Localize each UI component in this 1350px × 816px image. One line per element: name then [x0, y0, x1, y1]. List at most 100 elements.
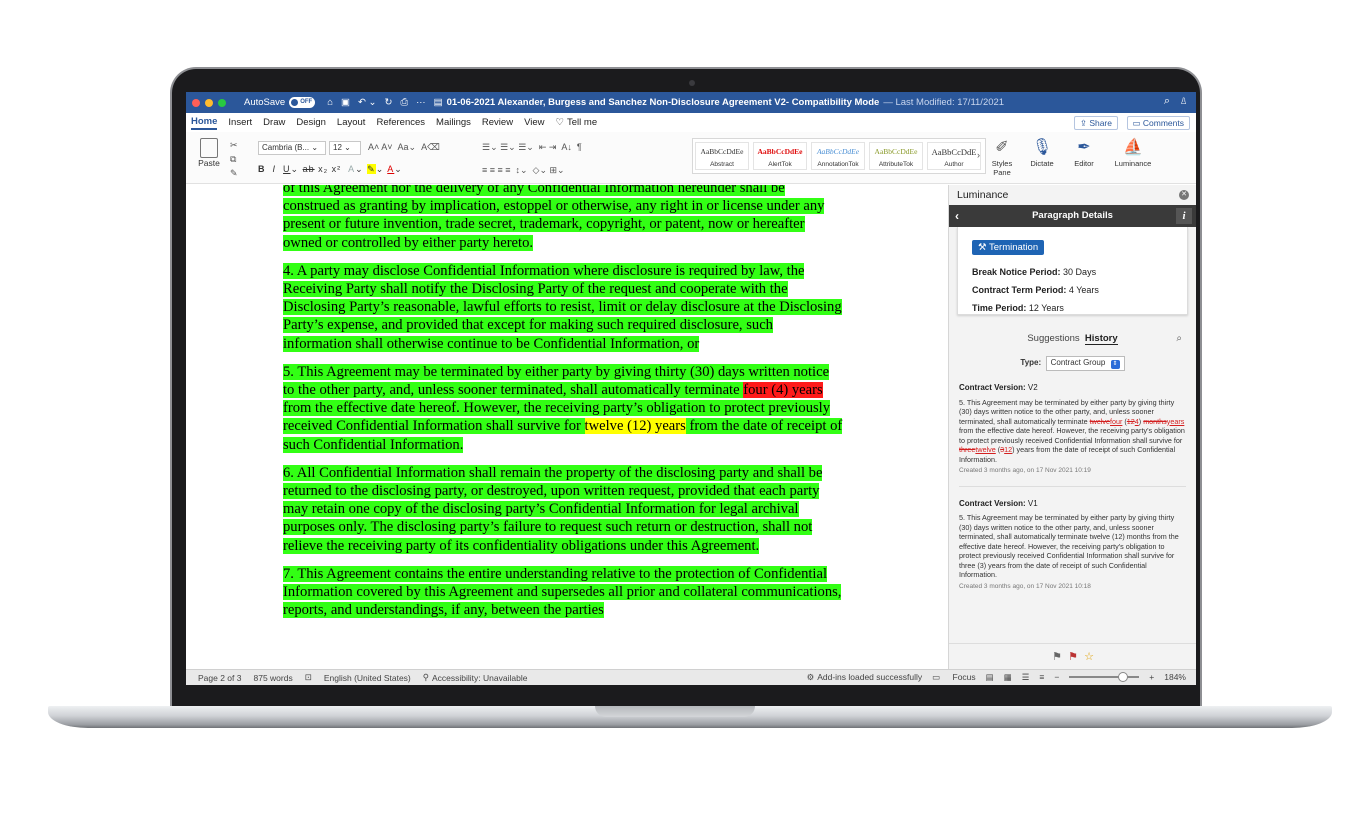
proofing-icon[interactable]: ⊡ — [305, 672, 312, 683]
last-modified[interactable]: — Last Modified: 17/11/2021 — [883, 97, 1004, 108]
font-name-select[interactable]: Cambria (B... ⌄ — [258, 141, 326, 155]
copy-icon[interactable]: ⧉ — [230, 154, 236, 165]
luminance-button[interactable]: ⛵ Luminance — [1108, 137, 1158, 168]
deleted-text: 12 — [1126, 416, 1135, 426]
zoom-out-icon[interactable]: − — [1054, 672, 1059, 683]
tab-suggestions[interactable]: Suggestions — [1027, 333, 1079, 344]
info-icon[interactable]: i — [1176, 208, 1192, 224]
style-annotationtok[interactable]: AaBbCcDdEe AnnotationTok — [811, 142, 865, 170]
dictate-button[interactable]: 🎙 Dictate — [1022, 137, 1062, 168]
version-value: V2 — [1027, 383, 1038, 392]
align-left-icon[interactable]: ≡ ≡ ≡ ≡ ↕⌄ ◇⌄ ⊞⌄ — [482, 165, 565, 176]
back-chevron-icon[interactable]: ‹ — [955, 205, 959, 227]
search-icon[interactable]: ⌕ — [1176, 333, 1182, 344]
termination-tag[interactable]: ⚒ Termination — [972, 240, 1045, 255]
history-timestamp: Created 3 months ago, on 17 Nov 2021 10:… — [959, 467, 1091, 474]
history-timestamp: Created 3 months ago, on 17 Nov 2021 10:… — [959, 582, 1091, 590]
luminance-label: Luminance — [1114, 159, 1152, 168]
styles-gallery: AaBbCcDdEe Abstract AaBbCcDdEe AlertTok … — [692, 138, 986, 174]
font-color-icon[interactable]: A — [387, 164, 394, 174]
style-name: AnnotationTok — [817, 161, 859, 168]
more-icon[interactable]: ··· — [416, 97, 426, 108]
comments-button[interactable]: ▭ Comments — [1126, 116, 1190, 130]
editor-button[interactable]: ✒ Editor — [1064, 137, 1104, 168]
type-select[interactable]: Contract Group ⇕ — [1045, 356, 1125, 371]
zoom-slider[interactable] — [1069, 672, 1140, 682]
bullets-icon[interactable]: ☰⌄ ☰⌄ ☰⌄ ⇤ ⇥ A↓ ¶ — [482, 142, 582, 153]
document-canvas[interactable]: of this Agreement nor the delivery of an… — [186, 185, 948, 669]
highlight-icon[interactable]: ✎ — [367, 164, 376, 174]
styles-more-icon[interactable]: › — [977, 150, 980, 160]
tab-view[interactable]: View — [524, 117, 544, 128]
flag-icon[interactable]: ⚑ — [1052, 651, 1062, 663]
style-abstract[interactable]: AaBbCcDdEe Abstract — [695, 142, 749, 170]
tab-home[interactable]: Home — [191, 116, 218, 130]
tab-review[interactable]: Review — [482, 117, 513, 128]
save-icon[interactable]: ▣ — [341, 97, 350, 108]
minimize-window-button[interactable] — [205, 98, 213, 107]
style-name: AttributeTok — [878, 161, 914, 168]
contract-term-highlight[interactable]: four (4) years — [743, 382, 823, 399]
accessibility-status[interactable]: Accessibility: Unavailable — [432, 673, 527, 683]
tab-draw[interactable]: Draw — [263, 117, 285, 128]
font-size-select[interactable]: 12 ⌄ — [329, 141, 361, 155]
view-draft-icon[interactable]: ≡ — [1039, 672, 1044, 683]
view-web-icon[interactable]: ▦ — [1004, 672, 1012, 683]
word-count[interactable]: 875 words — [253, 673, 292, 683]
close-window-button[interactable] — [192, 98, 200, 107]
document-page: of this Agreement nor the delivery of an… — [283, 185, 843, 629]
font-grow-icon[interactable]: A˄ A˅ Aa⌄ A⌫ — [368, 142, 440, 153]
style-name: Author — [944, 161, 964, 168]
zoom-window-button[interactable] — [218, 98, 226, 107]
format-painter-icon[interactable]: ✎ — [230, 168, 238, 179]
history-text: 5. This Agreement may be terminated by e… — [959, 513, 1179, 579]
style-name: Abstract — [710, 161, 734, 168]
print-icon[interactable]: ⎙ — [400, 97, 408, 108]
view-print-icon[interactable]: ▤ — [986, 672, 994, 683]
underline-icon[interactable]: U — [283, 164, 291, 174]
text-effects-icon[interactable]: A — [348, 164, 355, 174]
strikethrough-icon[interactable]: ab — [303, 164, 315, 174]
zoom-in-icon[interactable]: + — [1149, 672, 1154, 683]
tab-layout[interactable]: Layout — [337, 117, 366, 128]
tab-insert[interactable]: Insert — [228, 117, 252, 128]
styles-pane-button[interactable]: ✐ Styles Pane — [982, 137, 1022, 177]
style-attributetok[interactable]: AaBbCcDdEe AttributeTok — [869, 142, 923, 170]
time-period-row: Time Period: 12 Years — [972, 303, 1173, 313]
share-button[interactable]: ⇪ Share — [1073, 116, 1118, 130]
zoom-level[interactable]: 184% — [1164, 672, 1186, 683]
style-alerttok[interactable]: AaBbCcDdEe AlertTok — [753, 142, 807, 170]
search-icon[interactable]: ⌕ ♙ — [1164, 95, 1188, 108]
page-count[interactable]: Page 2 of 3 — [198, 673, 241, 683]
flag-red-icon[interactable]: ⚑ — [1068, 651, 1078, 663]
word-window: AutoSave OFF ⌂ ▣ ↶ ⌄ ↻ ⎙ ··· ▤ 01-06-202… — [186, 92, 1196, 685]
star-icon[interactable]: ☆ — [1084, 651, 1094, 663]
tab-references[interactable]: References — [376, 117, 425, 128]
deleted-text: months — [1143, 416, 1167, 426]
view-outline-icon[interactable]: ☰ — [1022, 672, 1030, 683]
focus-button[interactable]: ▭ Focus — [932, 672, 976, 683]
tell-me-input[interactable]: Tell me — [567, 117, 597, 128]
tab-mailings[interactable]: Mailings — [436, 117, 471, 128]
inserted-text: years — [1166, 416, 1185, 426]
home-icon[interactable]: ⌂ — [327, 97, 333, 108]
tab-history[interactable]: History — [1084, 333, 1118, 345]
zoom-slider-knob[interactable] — [1118, 672, 1129, 682]
cut-icon[interactable]: ✂ — [230, 140, 238, 151]
close-icon[interactable]: ✕ — [1179, 190, 1189, 200]
paste-button[interactable]: Paste — [194, 138, 224, 168]
dictate-label: Dictate — [1030, 159, 1054, 168]
style-author[interactable]: AaBbCcDdE Author — [927, 142, 981, 170]
tab-design[interactable]: Design — [296, 117, 326, 128]
addins-status: Add-ins loaded successfully — [817, 672, 923, 682]
time-period-highlight[interactable]: twelve (12) years — [584, 418, 686, 435]
bold-icon[interactable]: B — [258, 164, 266, 174]
share-label: Share — [1089, 118, 1112, 128]
autosave-toggle[interactable]: OFF — [289, 97, 316, 108]
language[interactable]: English (United States) — [324, 673, 411, 683]
pane-footer: ⚑ ⚑ ☆ — [949, 643, 1196, 669]
redo-icon[interactable]: ↻ — [385, 97, 393, 108]
italic-icon[interactable]: I — [273, 164, 277, 174]
undo-icon[interactable]: ↶ ⌄ — [358, 97, 377, 108]
version-value: V1 — [1027, 498, 1038, 508]
